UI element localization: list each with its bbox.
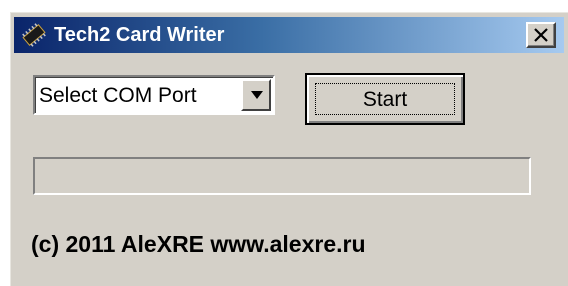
start-button[interactable]: Start [305,73,465,125]
chip-icon [20,21,48,49]
close-button[interactable] [526,22,556,48]
title-bar[interactable]: Tech2 Card Writer [14,17,564,53]
com-port-selected-value: Select COM Port [39,84,197,107]
com-port-dropdown-button[interactable] [241,79,271,111]
start-button-label: Start [362,88,408,111]
com-port-select[interactable]: Select COM Port [33,75,275,115]
app-window: Tech2 Card Writer Select COM Port Start [10,12,568,286]
window-title: Tech2 Card Writer [54,24,225,46]
copyright-text: (c) 2011 AleXRE www.alexre.ru [31,231,366,257]
progress-bar [33,157,531,195]
